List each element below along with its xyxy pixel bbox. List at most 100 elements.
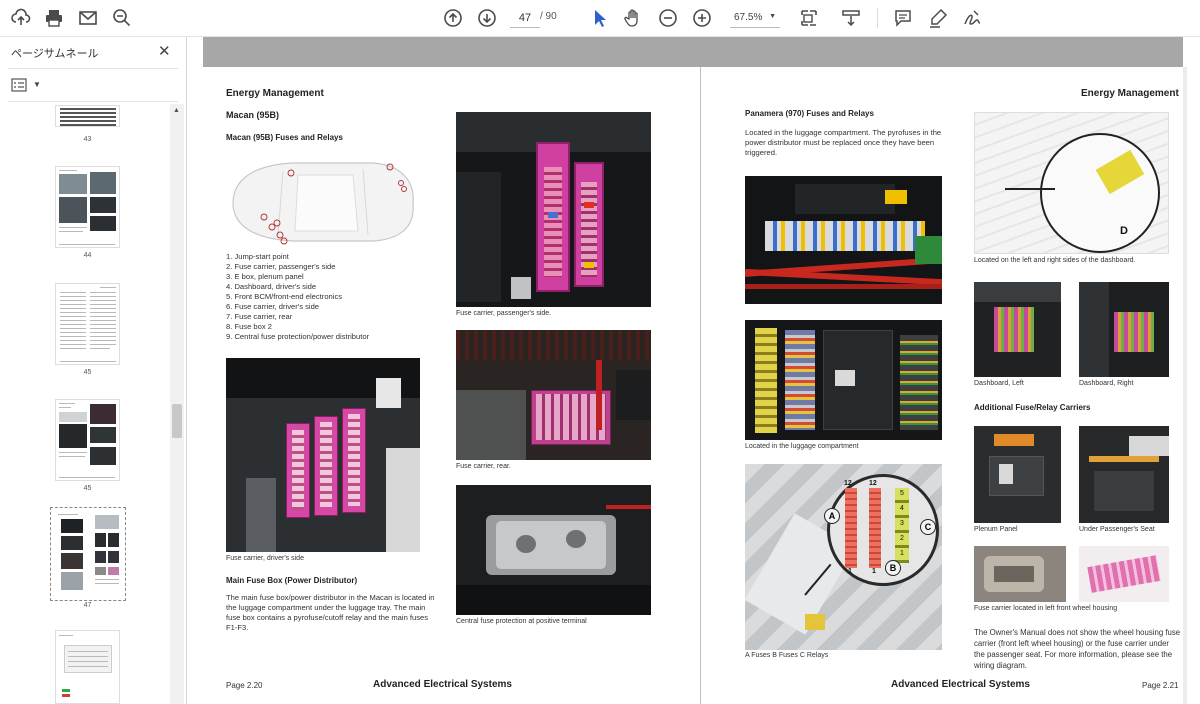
page-left: Energy Management Macan (95B) Macan (95B… [203,67,701,704]
thumbnail-page[interactable] [55,630,120,704]
caption: Dashboard, Right [1079,380,1134,387]
page-gap [203,37,1183,67]
diagram-label: 1 [872,568,876,575]
sidebar-scrollbar[interactable]: ▲ [170,104,184,704]
thumbnail-page[interactable] [55,166,120,248]
thumbnail-page[interactable] [55,105,120,127]
highlight-icon[interactable] [925,6,951,30]
caption: Dashboard, Left [974,380,1024,387]
section-heading: Additional Fuse/Relay Carriers [974,403,1091,412]
section-heading: Panamera (970) Fuses and Relays [745,109,874,118]
caption: Under Passenger's Seat [1079,526,1155,533]
list-item: 3. E box, plenum panel [226,272,304,281]
under-seat-photo [1079,426,1169,523]
page-up-icon[interactable] [440,6,466,30]
diagram-label-b: B [885,560,901,576]
diagram-label: 12 [869,480,877,487]
paragraph: Located in the luggage compartment. The … [745,128,941,158]
model-heading: Macan (95B) [226,110,280,120]
paragraph-line: triggered. [745,148,778,157]
toolbar: / 90 67.5% ▼ [0,0,1200,37]
chevron-down-icon: ▼ [769,13,776,20]
luggage-fuse-photo [745,176,942,304]
wheel-housing-photo-1 [974,546,1066,602]
page-header: Energy Management [1081,88,1179,99]
diagram-label: 3 [900,520,904,527]
caption: Central fuse protection at positive term… [456,618,587,625]
zoom-in-icon[interactable] [689,6,715,30]
section-heading: Main Fuse Box (Power Distributor) [226,576,358,585]
fuse-carrier-passenger-photo [456,112,651,307]
email-icon[interactable] [75,6,101,30]
scroll-mode-icon[interactable] [838,6,864,30]
paragraph-line: wiring diagram. [974,661,1027,670]
thumbnail-label: 45 [83,485,92,492]
search-icon[interactable] [109,6,135,30]
caption: Located in the luggage compartment [745,443,859,450]
chevron-down-icon: ▼ [33,80,41,89]
paragraph-line: the luggage compartment under the luggag… [226,603,426,612]
list-item: 9. Central fuse protection/power distrib… [226,332,370,341]
close-icon[interactable]: ✕ [158,42,171,60]
diagram-label: 1 [900,550,904,557]
thumbnail-label: 47 [83,602,92,609]
caption: Fuse carrier, passenger's side. [456,310,552,317]
list-item: 5. Front BCM/front-end electronics [226,292,343,301]
thumbnail-page[interactable] [55,399,120,481]
fit-page-icon[interactable] [796,6,822,30]
diagram-label-a: A [824,508,840,524]
page-number-input[interactable] [510,8,540,28]
zoom-value: 67.5% [734,12,763,23]
caption: Fuse carrier, rear. [456,463,511,470]
page-down-icon[interactable] [474,6,500,30]
zoom-select[interactable]: 67.5% ▼ [730,8,780,28]
sign-icon[interactable] [959,6,985,30]
dashboard-location-diagram: D [974,112,1169,254]
page-header: Energy Management [226,88,324,99]
page-right: Energy Management Panamera (970) Fuses a… [701,67,1183,704]
paragraph-line: The main fuse box/power distributor in t… [226,593,435,602]
paragraph-line: the passenger seat. For more information… [974,650,1173,659]
wheel-housing-photo-2 [1079,546,1169,602]
diagram-label: 12 [844,480,852,487]
list-item: 4. Dashboard, driver's side [226,282,317,291]
page-total: / 90 [540,11,557,22]
caption: A Fuses B Fuses C Relays [745,652,829,659]
thumbnail-options-button[interactable]: ▼ [11,78,41,94]
list-item: 6. Fuse carrier, driver's side [226,302,320,311]
paragraph-line: The Owner's Manual does not show the whe… [974,628,1181,637]
caption: Plenum Panel [974,526,1018,533]
dashboard-left-photo [974,282,1061,377]
footer-title: Advanced Electrical Systems [373,679,512,690]
dashboard-right-photo [1079,282,1169,377]
scroll-up-icon[interactable]: ▲ [173,107,180,114]
paragraph-line: F1-F3. [226,623,249,632]
comment-icon[interactable] [890,6,916,30]
fuse-location-list: 1. Jump-start point 2. Fuse carrier, pas… [226,252,369,342]
thumbnail-page[interactable] [55,283,120,365]
list-item: 7. Fuse carrier, rear [226,312,293,321]
hand-icon[interactable] [620,6,646,30]
diagram-label: 4 [900,505,904,512]
zoom-out-icon[interactable] [655,6,681,30]
select-cursor-icon[interactable] [586,6,612,30]
caption: Located on the left and right sides of t… [974,257,1136,264]
plenum-panel-photo [974,426,1061,523]
thumbnail-label: 45 [83,369,92,376]
document-viewer: Energy Management Macan (95B) Macan (95B… [187,37,1200,704]
paragraph-line: carrier (front left wheel housing) or th… [974,639,1170,648]
paragraph-line: Located in the luggage compartment. The … [745,128,942,137]
section-heading: Macan (95B) Fuses and Relays [226,133,343,142]
caption: Fuse carrier located in left front wheel… [974,605,1118,612]
fuse-carrier-driver-photo [226,358,420,552]
list-item: 2. Fuse carrier, passenger's side [226,262,336,271]
paragraph: The Owner's Manual does not show the whe… [974,627,1180,671]
thumbnail-page-current[interactable] [55,511,120,597]
upload-icon[interactable] [8,6,34,30]
print-icon[interactable] [41,6,67,30]
scrollbar-thumb[interactable] [172,404,182,438]
list-item: 1. Jump-start point [226,252,289,261]
diagram-label-c: C [920,519,936,535]
diagram-label: 5 [900,490,904,497]
thumbnail-label: 43 [83,136,92,143]
